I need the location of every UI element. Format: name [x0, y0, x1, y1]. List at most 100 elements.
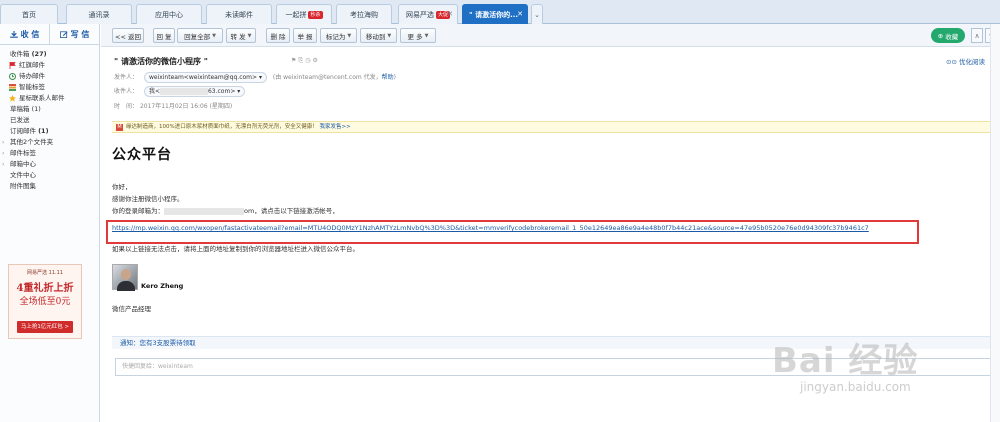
download-icon: [9, 30, 18, 38]
scrollbar[interactable]: [990, 24, 1000, 422]
tab-label: 首页: [22, 10, 36, 19]
optimize-read-link[interactable]: ⊙⊙ 优化阅读: [946, 56, 985, 66]
compose-button[interactable]: 写 信: [50, 24, 99, 44]
reply-all-button[interactable]: 回复全部 ▼: [177, 28, 223, 43]
sidebar-item-file-center[interactable]: 文件中心: [0, 170, 99, 181]
sidebar-item-inbox[interactable]: 收件箱 (27): [0, 49, 99, 60]
signature-name: Kero Zheng: [141, 282, 184, 290]
redacted-block: [164, 207, 244, 215]
sender-address: weixinteam<weixinteam@qq.com>: [148, 74, 258, 81]
chevron-down-icon: ▼: [247, 32, 252, 39]
tab-label: 应用中心: [155, 10, 183, 19]
login-line: 你的登录邮箱为： om，请点击以下链接激活帐号，: [112, 205, 339, 215]
sender-chip[interactable]: weixinteam<weixinteam@qq.com> ▾: [143, 72, 267, 83]
subject-icons: ⚑⎘◷⚙: [291, 57, 320, 65]
tab-yanxuan[interactable]: 网易严选 大促 ✕: [398, 4, 458, 24]
sidebar-item-drafts[interactable]: 草稿箱 (1): [0, 104, 99, 115]
sidebar-item-mail-tags[interactable]: › 邮件标签: [0, 148, 99, 159]
tab-label: 通讯录: [88, 10, 110, 19]
close-icon[interactable]: ✕: [447, 10, 453, 18]
time-value: 2017年11月02日 16:06 (星期四): [139, 103, 233, 110]
to-label: 收件人：: [114, 88, 139, 95]
chevron-right-icon: ›: [2, 139, 5, 146]
chevron-down-icon: ▼: [347, 32, 352, 39]
sidebar-item-smart-tags[interactable]: 智能标签: [0, 82, 99, 93]
ad-cta-button[interactable]: 马上抢1亿元红包 >: [17, 321, 73, 333]
banner-text: 缘达制造商，100%进口原木浆材质面巾纸，无漂白剂无荧光剂，安全又健康！: [126, 124, 318, 130]
report-button[interactable]: 举 报: [293, 28, 317, 43]
more-button[interactable]: 更 多 ▼: [400, 28, 436, 43]
close-icon[interactable]: ✕: [517, 10, 523, 18]
tab-app-center[interactable]: 应用中心: [136, 4, 202, 24]
notice-bar[interactable]: 通知：您有3支股票待领取: [112, 336, 1000, 349]
folder-label: 已发送: [10, 116, 30, 124]
from-row: 发件人： weixinteam<weixinteam@qq.com> ▾ (由 …: [114, 72, 396, 83]
promo-ad[interactable]: 网易严选 11.11 4重礼折上折 全场低至0元 马上抢1亿元红包 >: [8, 264, 82, 339]
draft-count: (1): [31, 105, 41, 113]
plus-icon: ⊕: [937, 31, 944, 40]
mark-as-button[interactable]: 标记为 ▼: [320, 28, 357, 43]
fallback-line: 如果以上链接无法点击，请将上面的地址复制到你的浏览器地址栏进入微信公众平台。: [112, 245, 359, 253]
folder-label: 其他2个文件夹: [10, 138, 54, 146]
ad-brand: 网易严选 11.11: [27, 270, 63, 276]
tab-home[interactable]: 首页: [0, 4, 58, 24]
tab-kaola[interactable]: 考拉海购: [336, 4, 392, 24]
forward-button[interactable]: 转 发 ▼: [226, 28, 256, 43]
move-to-button[interactable]: 移动到 ▼: [360, 28, 397, 43]
ad-banner[interactable]: M 缘达制造商，100%进口原木浆材质面巾纸，无漂白剂无荧光剂，安全又健康！ 我…: [112, 121, 1000, 133]
sidebar-item-other-folders[interactable]: › 其他2个文件夹: [0, 137, 99, 148]
avatar: [112, 264, 138, 291]
button-label: 更 多: [407, 32, 423, 41]
tab-current-email[interactable]: " 请激活你的... ✕: [462, 4, 528, 24]
recipient-chip[interactable]: 我< 63.com> ▾: [143, 86, 246, 97]
folder-label: 草稿箱: [10, 105, 30, 113]
quick-reply-input[interactable]: 快捷回复给：weixinteam: [115, 358, 1000, 376]
sidebar-item-subscriptions[interactable]: 订阅邮件 (1): [0, 126, 99, 137]
star-icon: [9, 95, 16, 102]
tab-yiqipin[interactable]: 一起拼 秒杀: [276, 4, 332, 24]
help-link[interactable]: 帮助: [382, 74, 394, 81]
button-label: << 返回: [115, 32, 141, 41]
chevron-down-icon: ▼: [424, 32, 429, 39]
tab-label: 考拉海购: [350, 10, 378, 19]
arrow-up-icon: ∧: [974, 31, 980, 40]
tab-label: 未读邮件: [225, 10, 253, 19]
sidebar-item-mail-center[interactable]: › 邮箱中心: [0, 159, 99, 170]
back-button[interactable]: << 返回: [112, 28, 144, 43]
tab-unread[interactable]: 未读邮件: [206, 4, 272, 24]
button-label: 移动到: [365, 32, 386, 41]
button-label: 删 除: [270, 32, 286, 41]
settings-icon[interactable]: ⚙: [312, 57, 319, 64]
red-flag-icon: [9, 62, 16, 69]
receive-button[interactable]: 收 信: [0, 24, 50, 44]
optimize-read-label: 优化阅读: [958, 58, 985, 66]
reply-button[interactable]: 回 复: [153, 28, 175, 43]
sidebar-item-red-flag[interactable]: 红旗邮件: [0, 60, 99, 71]
delete-button[interactable]: 删 除: [266, 28, 290, 43]
banner-link[interactable]: 我家发售>>: [319, 124, 350, 130]
button-label: 举 报: [297, 32, 313, 41]
sidebar-item-sent[interactable]: 已发送: [0, 115, 99, 126]
sidebar-item-todo[interactable]: 待办邮件: [0, 71, 99, 82]
tab-list-dropdown[interactable]: ⌄: [531, 4, 543, 24]
time-label: 时 间：: [114, 103, 139, 110]
promo-badge: 秒杀: [308, 10, 323, 19]
email-view: << 返回 回 复 回复全部 ▼ 转 发 ▼ 删 除 举 报 标记为 ▼ 移动到 ▼ 更…: [101, 24, 1000, 422]
activation-link[interactable]: https://mp.weixin.qq.com/wxopen/fastacti…: [112, 224, 869, 232]
sidebar-item-attachment-gallery[interactable]: 附件图集: [0, 181, 99, 192]
ad-icon: M: [116, 124, 123, 131]
folder-label: 邮箱中心: [10, 160, 36, 168]
thanks-line: 感谢你注册微信小程序。: [112, 195, 184, 203]
chevron-down-icon: ▼: [387, 32, 392, 39]
sidebar-item-starred[interactable]: 星标联系人邮件: [0, 93, 99, 104]
folder-label: 附件图集: [10, 182, 36, 190]
avatar-shoulder: [117, 281, 135, 291]
sidebar: 收 信 写 信 收件箱 (27) 红旗邮件 待办邮件 智能标签 星标联系人邮件 …: [0, 24, 100, 422]
prev-mail-button[interactable]: ∧: [971, 28, 983, 43]
via-close: ): [393, 74, 396, 81]
collect-button[interactable]: ⊕ 收藏: [931, 28, 965, 43]
unread-count: (27): [31, 50, 47, 58]
via-label: (由 weixinteam@tencent.com 代发，: [272, 74, 382, 81]
tab-label: 网易严选: [405, 10, 434, 19]
tab-contacts[interactable]: 通讯录: [66, 4, 132, 24]
